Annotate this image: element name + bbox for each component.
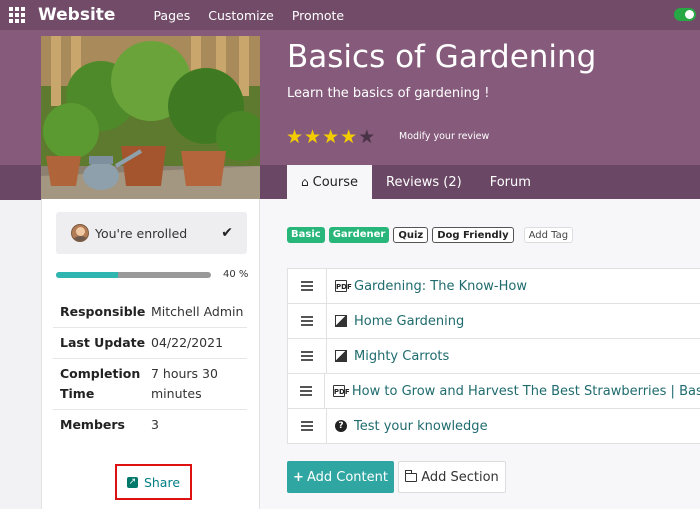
content-title[interactable]: Gardening: The Know-How [354,279,527,294]
app-brand[interactable]: Website [38,5,115,25]
info-key: Completion Time [60,366,141,401]
share-icon: ↗ [126,476,138,488]
list-item[interactable]: ? Test your knowledge [287,408,700,444]
add-section-button[interactable]: Add Section [398,461,506,493]
enrolled-badge: You're enrolled ✔ [56,212,247,254]
info-row-members: Members 3 [53,410,247,440]
tag-basic[interactable]: Basic [287,227,325,243]
info-row-completion-time: Completion Time 7 hours 30 minutes [53,359,247,410]
progress-label: 40 % [223,269,249,280]
tag-gardener[interactable]: Gardener [328,227,390,243]
tab-course-label: Course [312,174,359,190]
drag-handle-icon[interactable] [287,268,327,304]
drag-handle-icon[interactable] [287,338,327,374]
drag-handle-icon[interactable] [287,303,327,339]
content-title[interactable]: Home Gardening [354,314,464,329]
menu-promote[interactable]: Promote [292,8,344,23]
top-navbar: Website Pages Customize Promote [0,0,700,30]
list-item[interactable]: PDF Gardening: The Know-How [287,268,700,304]
share-button[interactable]: ↗ Share [115,464,192,500]
info-key: Last Update [60,335,146,350]
drag-handle-icon[interactable] [287,408,327,444]
rating-stars: ★ ★ ★ ★ ★ [286,126,376,148]
info-key: Responsible [60,304,146,319]
folder-icon [405,469,418,482]
add-content-button[interactable]: + Add Content [287,461,394,493]
apps-menu-icon[interactable] [0,0,34,30]
pdf-icon: PDF [335,280,352,292]
add-tag-button[interactable]: Add Tag [523,227,574,243]
publish-toggle[interactable] [674,8,696,21]
tab-course[interactable]: ⌂ Course [287,165,373,199]
star-icon: ★ [286,126,304,148]
list-item[interactable]: PDF How to Grow and Harvest The Best Str… [287,373,700,409]
tag-list: Basic Gardener Quiz Dog Friendly Add Tag [287,227,577,243]
star-icon: ★ [358,126,376,148]
star-icon: ★ [322,126,340,148]
list-item[interactable]: Mighty Carrots [287,338,700,374]
course-subtitle: Learn the basics of gardening ! [287,86,490,101]
content-title[interactable]: Test your knowledge [354,419,488,434]
info-row-responsible: Responsible Mitchell Admin [53,297,247,328]
tag-dog-friendly[interactable]: Dog Friendly [432,227,514,243]
content-title[interactable]: How to Grow and Harvest The Best Strawbe… [352,384,700,399]
avatar [71,224,89,242]
add-content-label: Add Content [306,469,388,485]
course-sidebar: You're enrolled ✔ 40 % Responsible Mitch… [41,199,260,509]
course-info-table: Responsible Mitchell Admin Last Update 0… [53,297,247,440]
info-value: Mitchell Admin [151,304,244,319]
modify-review-link[interactable]: Modify your review [399,131,489,142]
info-value: 04/22/2021 [151,335,224,350]
menu-customize[interactable]: Customize [208,8,274,23]
info-value: 7 hours 30 minutes [151,366,218,401]
info-row-last-update: Last Update 04/22/2021 [53,328,247,359]
info-value: 3 [151,417,159,432]
tab-reviews-label: Reviews (2) [386,174,462,190]
image-icon [335,315,347,327]
plus-icon: + [293,469,304,485]
progress-fill [56,272,118,278]
image-icon [335,350,347,362]
course-image [41,36,260,199]
course-tabs: ⌂ Course Reviews (2) Forum [287,165,545,199]
tab-forum[interactable]: Forum [476,165,545,199]
question-icon: ? [335,420,347,432]
menu-pages[interactable]: Pages [153,8,190,23]
content-list: PDF Gardening: The Know-How Home Gardeni… [287,268,700,444]
tag-quiz[interactable]: Quiz [393,227,429,243]
tab-forum-label: Forum [489,174,531,190]
pdf-icon: PDF [332,385,350,397]
share-label: Share [143,474,181,490]
list-item[interactable]: Home Gardening [287,303,700,339]
home-icon: ⌂ [301,175,309,189]
progress-bar [56,272,211,278]
drag-handle-icon[interactable] [287,373,325,409]
star-icon: ★ [340,126,358,148]
enrolled-label: You're enrolled [95,225,188,241]
check-icon: ✔ [221,225,233,241]
star-icon: ★ [304,126,322,148]
info-key: Members [60,417,125,432]
tab-reviews[interactable]: Reviews (2) [372,165,476,199]
add-section-label: Add Section [421,469,499,485]
content-title[interactable]: Mighty Carrots [354,349,449,364]
course-title: Basics of Gardening [287,39,597,75]
